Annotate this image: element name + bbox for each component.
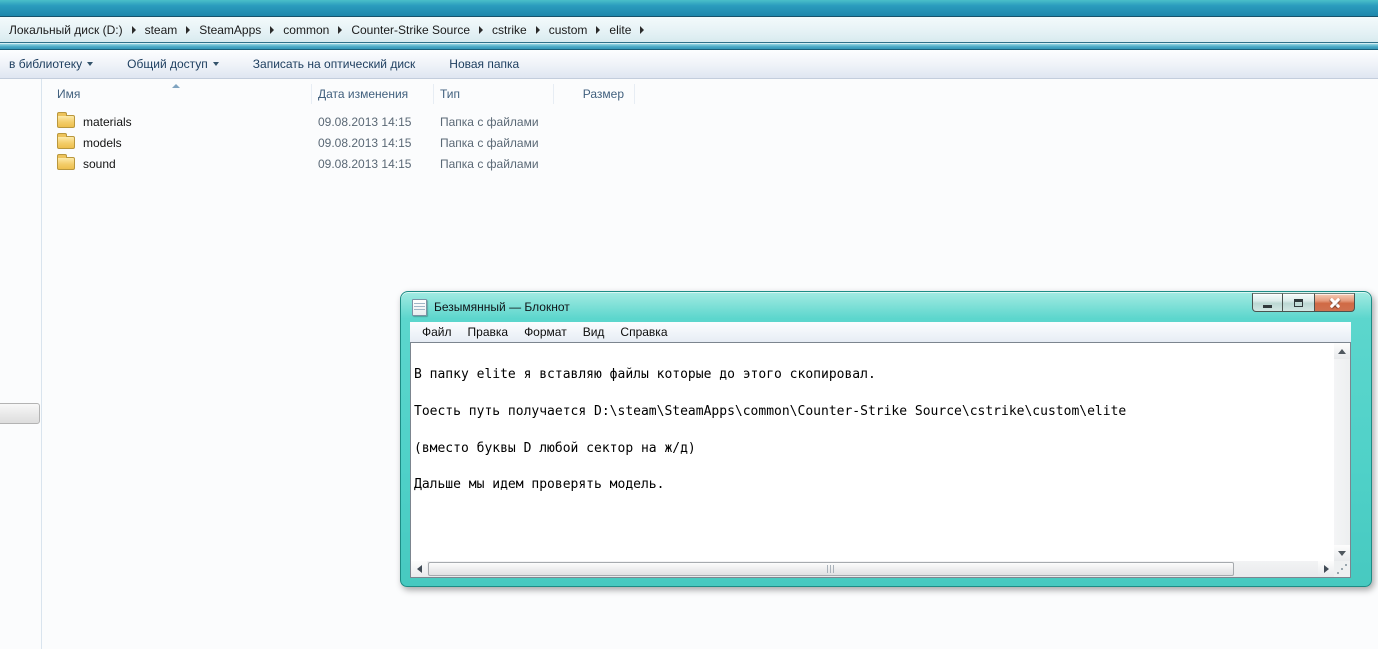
breadcrumb-arrow-icon[interactable] — [535, 25, 540, 34]
folder-icon — [57, 133, 75, 149]
breadcrumb-arrow-icon[interactable] — [131, 25, 136, 34]
menu-view[interactable]: Вид — [575, 323, 613, 341]
scroll-down-button[interactable] — [1334, 545, 1350, 561]
close-icon — [1329, 298, 1341, 308]
notepad-text-area[interactable]: В папку elite я вставляю файлы которые д… — [411, 343, 1334, 561]
maximize-button[interactable] — [1283, 293, 1314, 312]
column-header-type[interactable]: Тип — [434, 84, 554, 104]
column-header-size[interactable]: Размер — [554, 84, 635, 104]
notepad-window: Безымянный — Блокнот Файл Правка Формат … — [400, 291, 1372, 587]
command-bar: в библиотеку Общий доступ Записать на оп… — [0, 50, 1378, 79]
explorer-divider-band — [0, 43, 1378, 50]
text-line: В папку elite я вставляю файлы которые д… — [414, 367, 876, 383]
scroll-left-button[interactable] — [411, 561, 427, 577]
breadcrumb-arrow-icon[interactable] — [479, 25, 484, 34]
breadcrumb-item-css[interactable]: Counter-Strike Source — [351, 23, 470, 37]
notepad-client-area: В папку elite я вставляю файлы которые д… — [410, 342, 1351, 578]
notepad-menubar: Файл Правка Формат Вид Справка — [410, 322, 1351, 342]
breadcrumb-item-steamapps[interactable]: SteamApps — [199, 23, 261, 37]
scrollbar-grip-icon — [826, 565, 836, 573]
breadcrumb-item-drive[interactable]: Локальный диск (D:) — [9, 23, 123, 37]
include-in-library-button[interactable]: в библиотеку — [5, 53, 97, 75]
vertical-scrollbar[interactable] — [1334, 343, 1350, 561]
file-type: Папка с файлами — [440, 114, 539, 129]
burn-to-disc-button[interactable]: Записать на оптический диск — [249, 53, 420, 75]
scrollbar-corner — [1334, 561, 1350, 577]
folder-icon — [57, 154, 75, 170]
text-line: Дальше мы идем проверять модель. — [414, 477, 665, 493]
breadcrumb: Локальный диск (D:) steam SteamApps comm… — [9, 23, 653, 37]
new-folder-label: Новая папка — [449, 57, 520, 71]
close-button[interactable] — [1314, 293, 1355, 312]
breadcrumb-arrow-icon[interactable] — [596, 25, 601, 34]
explorer-top-band — [0, 0, 1378, 17]
scroll-left-icon — [416, 565, 422, 573]
breadcrumb-item-common[interactable]: common — [283, 23, 329, 37]
text-line: Тоесть путь получается D:\steam\SteamApp… — [414, 404, 1127, 420]
breadcrumb-arrow-icon[interactable] — [640, 25, 645, 34]
file-name: materials — [83, 114, 132, 129]
column-header-type-label: Тип — [440, 87, 461, 101]
resize-grip-icon[interactable] — [1337, 572, 1339, 574]
share-with-label: Общий доступ — [127, 57, 208, 71]
breadcrumb-item-custom[interactable]: custom — [549, 23, 588, 37]
file-type: Папка с файлами — [440, 156, 539, 171]
file-list: materials 09.08.2013 14:15 Папка с файла… — [42, 111, 635, 174]
sort-ascending-icon — [172, 84, 180, 88]
file-date: 09.08.2013 14:15 — [318, 114, 412, 129]
dropdown-arrow-icon — [87, 62, 94, 66]
breadcrumb-item-steam[interactable]: steam — [145, 23, 178, 37]
dropdown-arrow-icon — [212, 62, 219, 66]
breadcrumb-arrow-icon[interactable] — [186, 25, 191, 34]
file-date: 09.08.2013 14:15 — [318, 135, 412, 150]
window-controls — [1252, 293, 1355, 312]
column-header-date[interactable]: Дата изменения — [312, 84, 434, 104]
breadcrumb-item-cstrike[interactable]: cstrike — [492, 23, 527, 37]
share-with-button[interactable]: Общий доступ — [123, 53, 223, 75]
file-name: sound — [83, 156, 116, 171]
table-row-models[interactable]: models 09.08.2013 14:15 Папка с файлами — [42, 132, 635, 153]
new-folder-button[interactable]: Новая папка — [445, 53, 523, 75]
maximize-icon — [1294, 298, 1303, 307]
scroll-up-button[interactable] — [1334, 343, 1350, 359]
nav-scrollbar-thumb[interactable] — [0, 403, 40, 424]
column-header-name[interactable]: Имя — [42, 84, 312, 104]
minimize-button[interactable] — [1252, 293, 1283, 312]
table-row-materials[interactable]: materials 09.08.2013 14:15 Папка с файла… — [42, 111, 635, 132]
breadcrumb-arrow-icon[interactable] — [338, 25, 343, 34]
column-header-name-label: Имя — [57, 87, 81, 101]
desktop: Локальный диск (D:) steam SteamApps comm… — [0, 0, 1378, 649]
menu-edit[interactable]: Правка — [460, 323, 517, 341]
file-date: 09.08.2013 14:15 — [318, 156, 412, 171]
table-row-sound[interactable]: sound 09.08.2013 14:15 Папка с файлами — [42, 153, 635, 174]
menu-file[interactable]: Файл — [414, 323, 460, 341]
menu-format[interactable]: Формат — [516, 323, 575, 341]
scroll-down-icon — [1338, 550, 1346, 556]
breadcrumb-arrow-icon[interactable] — [270, 25, 275, 34]
scroll-right-icon — [1323, 565, 1329, 573]
folder-icon — [57, 112, 75, 128]
horizontal-scrollbar[interactable] — [411, 561, 1334, 577]
horizontal-scrollbar-thumb[interactable] — [428, 562, 1234, 576]
address-bar[interactable]: Локальный диск (D:) steam SteamApps comm… — [0, 17, 1378, 43]
notepad-title: Безымянный — Блокнот — [434, 300, 570, 314]
scroll-up-icon — [1338, 348, 1346, 354]
breadcrumb-item-elite[interactable]: elite — [609, 23, 631, 37]
menu-help[interactable]: Справка — [612, 323, 675, 341]
file-name: models — [83, 135, 122, 150]
column-header-row: Имя Дата изменения Тип Размер — [42, 84, 635, 104]
include-in-library-label: в библиотеку — [9, 57, 83, 71]
scroll-right-button[interactable] — [1318, 561, 1334, 577]
file-type: Папка с файлами — [440, 135, 539, 150]
notepad-titlebar[interactable]: Безымянный — Блокнот — [401, 292, 1371, 322]
text-line: (вместо буквы D любой сектор на ж/д) — [414, 440, 696, 456]
column-header-date-label: Дата изменения — [318, 87, 409, 101]
burn-to-disc-label: Записать на оптический диск — [252, 57, 416, 71]
minimize-icon — [1263, 304, 1272, 308]
column-header-size-label: Размер — [582, 87, 624, 101]
notepad-icon[interactable] — [412, 298, 427, 316]
